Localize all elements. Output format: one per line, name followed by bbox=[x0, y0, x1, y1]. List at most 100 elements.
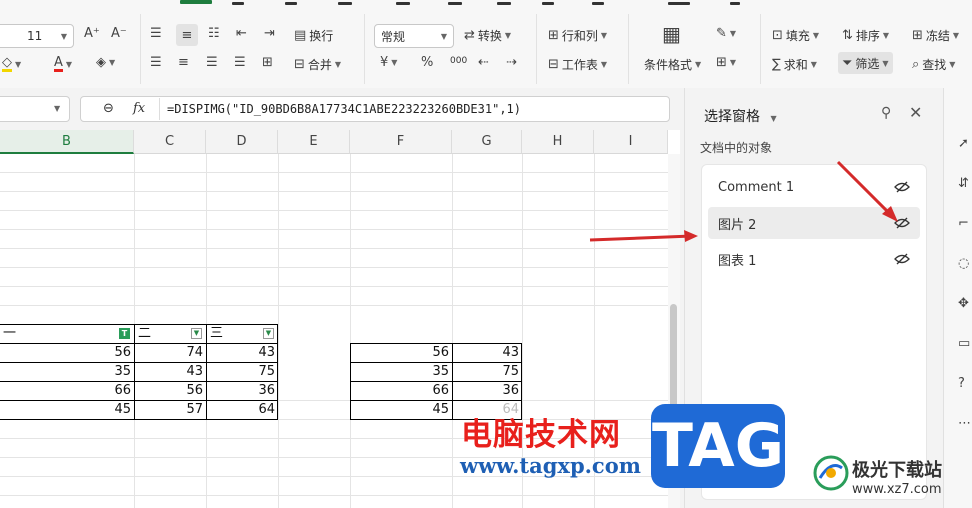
worksheet-button[interactable]: ⊟ 工作表 ▼ bbox=[548, 56, 607, 73]
table-cell[interactable]: 74 bbox=[134, 344, 206, 362]
shape-icon[interactable]: ◌ bbox=[958, 256, 972, 272]
align-middle-button[interactable]: ≡ bbox=[176, 24, 198, 46]
convert-button[interactable]: ⇄ 转换 ▼ bbox=[464, 27, 511, 44]
decrease-decimal-button[interactable]: ⇢ bbox=[506, 56, 517, 69]
table-cell[interactable]: 66 bbox=[0, 382, 134, 400]
crop-icon[interactable]: ⌐ bbox=[958, 216, 972, 232]
table-cell[interactable]: 56 bbox=[0, 344, 134, 362]
row-col-button[interactable]: ⊞ 行和列 ▼ bbox=[548, 27, 607, 44]
font-size-select[interactable]: 11 ▼ bbox=[0, 24, 74, 48]
tab-indicator[interactable] bbox=[592, 2, 604, 5]
eraser-icon: ◈ bbox=[96, 55, 106, 70]
table-cell[interactable]: 75 bbox=[452, 363, 522, 381]
tab-indicator[interactable] bbox=[730, 2, 740, 5]
decrease-indent-button[interactable]: ⇤ bbox=[236, 27, 247, 40]
chevron-down-icon: ▼ bbox=[695, 60, 702, 69]
increase-font-button[interactable]: A⁺ bbox=[84, 27, 100, 40]
merge-button[interactable]: ⊟ 合并 ▼ bbox=[294, 56, 341, 73]
table-cell[interactable]: 36 bbox=[452, 382, 522, 400]
distributed-button[interactable]: ⊞ bbox=[262, 56, 273, 69]
eye-hidden-icon[interactable] bbox=[894, 253, 910, 265]
table-cell[interactable]: 75 bbox=[206, 363, 278, 381]
currency-button[interactable]: ¥ ▼ bbox=[380, 56, 397, 69]
tools-icon[interactable]: ✥ bbox=[958, 296, 972, 312]
cell-style-button[interactable]: ✎ ▼ bbox=[716, 27, 736, 40]
tab-indicator[interactable] bbox=[497, 2, 511, 5]
tab-indicator[interactable] bbox=[285, 2, 297, 5]
align-center-button[interactable]: ≡ bbox=[178, 56, 189, 69]
table-cell[interactable]: 45 bbox=[350, 401, 452, 419]
decrease-font-button[interactable]: A⁻ bbox=[111, 27, 127, 40]
freeze-button[interactable]: ⊞ 冻结 ▼ bbox=[912, 27, 959, 44]
column-header-f[interactable]: F bbox=[350, 130, 452, 154]
table-cell[interactable]: 56 bbox=[134, 382, 206, 400]
pane-title[interactable]: 选择窗格 ▼ bbox=[704, 106, 777, 126]
tab-home-indicator[interactable] bbox=[180, 0, 212, 4]
conditional-format-button[interactable]: 条件格式 ▼ bbox=[644, 56, 701, 73]
increase-indent-button[interactable]: ⇥ bbox=[264, 27, 275, 40]
table-cell[interactable]: 43 bbox=[452, 344, 522, 362]
table-header-cell[interactable]: 一 bbox=[0, 325, 134, 343]
tab-indicator[interactable] bbox=[542, 2, 554, 5]
justify-button[interactable]: ☰ bbox=[234, 56, 246, 69]
formula-input[interactable]: ⊖ fx =DISPIMG("ID_90BD6B8A17734C1ABE2232… bbox=[80, 96, 670, 122]
align-right-button[interactable]: ☰ bbox=[206, 56, 218, 69]
indent-decrease-icon: ⇤ bbox=[236, 26, 247, 41]
zoom-icon[interactable]: ⊖ bbox=[103, 101, 114, 116]
fx-icon[interactable]: fx bbox=[133, 101, 145, 116]
close-icon[interactable]: ✕ bbox=[909, 103, 922, 122]
column-header-g[interactable]: G bbox=[452, 130, 522, 154]
wrap-text-button[interactable]: ▤ 换行 bbox=[294, 27, 333, 44]
clear-format-button[interactable]: ◈ ▼ bbox=[96, 56, 115, 69]
formula-text[interactable]: =DISPIMG("ID_90BD6B8A17734C1ABE223223260… bbox=[167, 102, 521, 116]
cursor-icon[interactable]: ➚ bbox=[958, 136, 972, 152]
column-header-e[interactable]: E bbox=[278, 130, 350, 154]
tab-indicator[interactable] bbox=[448, 2, 462, 5]
border-button[interactable]: ⊞ ▼ bbox=[716, 56, 736, 69]
filter-active-icon[interactable]: T bbox=[119, 328, 130, 339]
number-format-select[interactable]: 常规 ▼ bbox=[374, 24, 454, 48]
increase-decimal-button[interactable]: ⇠ bbox=[478, 56, 489, 69]
grid-line bbox=[0, 495, 680, 496]
name-box[interactable]: ▼ bbox=[0, 96, 70, 122]
table-cell[interactable]: 35 bbox=[350, 363, 452, 381]
table-cell[interactable]: 36 bbox=[206, 382, 278, 400]
filter-dropdown-icon[interactable]: ▼ bbox=[263, 328, 274, 339]
table-cell[interactable]: 64 bbox=[206, 401, 278, 419]
table-cell[interactable]: 57 bbox=[134, 401, 206, 419]
fill-button[interactable]: ⊡ 填充 ▼ bbox=[772, 27, 819, 44]
tab-indicator[interactable] bbox=[338, 2, 352, 5]
filter-dropdown-icon[interactable]: ▼ bbox=[191, 328, 202, 339]
adjust-icon[interactable]: ⇵ bbox=[958, 176, 972, 192]
column-header-c[interactable]: C bbox=[134, 130, 206, 154]
freeze-icon: ⊞ bbox=[912, 28, 923, 43]
table-cell[interactable]: 43 bbox=[134, 363, 206, 381]
tab-indicator[interactable] bbox=[668, 2, 690, 5]
percent-button[interactable]: % bbox=[421, 56, 433, 69]
tab-indicator[interactable] bbox=[396, 2, 410, 5]
sum-button[interactable]: ∑ 求和 ▼ bbox=[772, 56, 817, 73]
thousands-button[interactable]: 000 bbox=[450, 56, 467, 66]
more-icon[interactable]: ⋯ bbox=[958, 416, 972, 432]
find-button[interactable]: ⌕ 查找 ▼ bbox=[912, 56, 955, 73]
tab-indicator[interactable] bbox=[232, 2, 244, 5]
chevron-down-icon: ▼ bbox=[882, 58, 889, 68]
align-left-button[interactable]: ☰ bbox=[150, 56, 162, 69]
pin-icon[interactable]: ⚲ bbox=[881, 105, 891, 121]
table-cell[interactable]: 43 bbox=[206, 344, 278, 362]
table-cell[interactable]: 66 bbox=[350, 382, 452, 400]
filter-button[interactable]: ⏷ 筛选 ▼ bbox=[838, 52, 893, 74]
align-top-button[interactable]: ☰ bbox=[150, 27, 162, 40]
table-cell[interactable]: 56 bbox=[350, 344, 452, 362]
column-header-b[interactable]: B bbox=[0, 130, 134, 154]
font-color-button[interactable]: A ▼ bbox=[54, 56, 72, 72]
fill-color-button[interactable]: ◇ ▼ bbox=[2, 56, 21, 72]
table-cell[interactable]: 35 bbox=[0, 363, 134, 381]
column-header-d[interactable]: D bbox=[206, 130, 278, 154]
layer-icon[interactable]: ▭ bbox=[958, 336, 972, 352]
table-style-button[interactable]: ▦ bbox=[662, 24, 681, 44]
align-bottom-button[interactable]: ☷ bbox=[208, 27, 220, 40]
help-icon[interactable]: ? bbox=[958, 376, 972, 392]
sort-button[interactable]: ⇅ 排序 ▼ bbox=[842, 27, 889, 44]
table-cell[interactable]: 45 bbox=[0, 401, 134, 419]
